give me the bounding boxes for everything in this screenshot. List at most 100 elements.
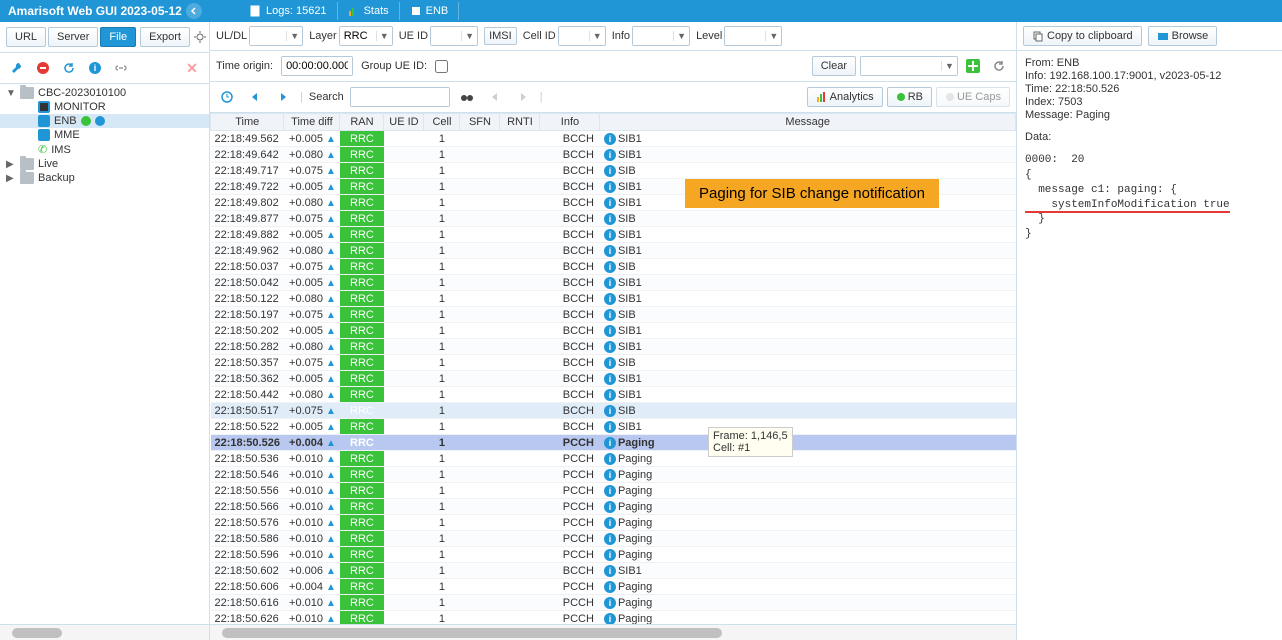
ueid-combo[interactable]: ▼ [430,26,478,46]
time-origin-input[interactable] [281,56,353,76]
tree-item-monitor[interactable]: MONITOR [0,100,209,114]
collapse-sidebar-icon[interactable] [186,3,202,19]
tree-item-enb[interactable]: ENB [0,114,209,128]
table-row[interactable]: 22:18:50.522+0.005 ▲RRC1BCCHiSIB1 [211,419,1016,435]
col-header[interactable]: RNTI [500,114,540,131]
add-icon[interactable] [962,55,984,77]
col-header[interactable]: Cell [424,114,460,131]
table-row[interactable]: 22:18:50.586+0.010 ▲RRC1PCCHiPaging [211,531,1016,547]
table-row[interactable]: 22:18:50.626+0.010 ▲RRC1PCCHiPaging [211,611,1016,625]
prev-icon[interactable] [244,86,266,108]
clear-combo[interactable]: ▼ [860,56,958,76]
server-button[interactable]: Server [48,27,98,47]
info-icon: i [604,165,616,177]
table-row[interactable]: 22:18:50.526+0.004 ▲RRC1PCCHiPaging [211,435,1016,451]
up-arrow-icon: ▲ [326,422,336,433]
col-header[interactable]: UE ID [384,114,424,131]
table-row[interactable]: 22:18:50.197+0.075 ▲RRC1BCCHiSIB [211,307,1016,323]
tree-item-cbc-2023010100[interactable]: ▼CBC-2023010100 [0,86,209,100]
tab-logs[interactable]: Logs: 15621 [240,2,338,20]
next-icon[interactable] [272,86,294,108]
table-row[interactable]: 22:18:50.202+0.005 ▲RRC1BCCHiSIB1 [211,323,1016,339]
table-row[interactable]: 22:18:50.576+0.010 ▲RRC1PCCHiPaging [211,515,1016,531]
tree-item-mme[interactable]: MME [0,128,209,142]
url-button[interactable]: URL [6,27,46,47]
table-row[interactable]: 22:18:50.616+0.010 ▲RRC1PCCHiPaging [211,595,1016,611]
copy-button[interactable]: Copy to clipboard [1023,26,1142,46]
group-ueid-checkbox[interactable] [435,60,448,73]
table-row[interactable]: 22:18:49.962+0.080 ▲RRC1BCCHiSIB1 [211,243,1016,259]
table-row[interactable]: 22:18:50.122+0.080 ▲RRC1BCCHiSIB1 [211,291,1016,307]
info-icon: i [604,181,616,193]
table-row[interactable]: 22:18:50.362+0.005 ▲RRC1BCCHiSIB1 [211,371,1016,387]
col-header[interactable]: Message [600,114,1016,131]
table-row[interactable]: 22:18:50.606+0.004 ▲RRC1PCCHiPaging [211,579,1016,595]
table-row[interactable]: 22:18:50.282+0.080 ▲RRC1BCCHiSIB1 [211,339,1016,355]
browse-button[interactable]: Browse [1148,26,1218,46]
table-row[interactable]: 22:18:50.596+0.010 ▲RRC1PCCHiPaging [211,547,1016,563]
table-row[interactable]: 22:18:50.042+0.005 ▲RRC1BCCHiSIB1 [211,275,1016,291]
binoculars-icon[interactable] [456,86,478,108]
table-row[interactable]: 22:18:50.556+0.010 ▲RRC1PCCHiPaging [211,483,1016,499]
col-header[interactable]: Time diff [284,114,340,131]
tree-item-live[interactable]: ▶Live [0,157,209,171]
table-row[interactable]: 22:18:50.037+0.075 ▲RRC1BCCHiSIB [211,259,1016,275]
info-icon: i [604,325,616,337]
info-icon: i [604,197,616,209]
link-icon[interactable] [110,57,132,79]
table-row[interactable]: 22:18:50.442+0.080 ▲RRC1BCCHiSIB1 [211,387,1016,403]
detail-time-label: Time: [1025,83,1052,95]
search-input[interactable] [350,87,450,107]
table-row[interactable]: 22:18:50.536+0.010 ▲RRC1PCCHiPaging [211,451,1016,467]
settings-icon[interactable] [192,26,208,48]
info-combo[interactable]: ▼ [632,26,690,46]
app-header: Amarisoft Web GUI 2023-05-12 [0,0,210,22]
export-button[interactable]: Export [140,27,190,47]
center-hscroll[interactable] [210,624,1016,640]
file-button[interactable]: File [100,27,136,47]
table-row[interactable]: 22:18:50.546+0.010 ▲RRC1PCCHiPaging [211,467,1016,483]
log-table-container[interactable]: TimeTime diffRANUE IDCellSFNRNTIInfoMess… [210,113,1016,624]
table-row[interactable]: 22:18:50.517+0.075 ▲RRC1BCCHiSIB [211,403,1016,419]
info-icon[interactable]: i [84,57,106,79]
tab-stats[interactable]: Stats [338,2,400,20]
table-row[interactable]: 22:18:50.566+0.010 ▲RRC1PCCHiPaging [211,499,1016,515]
up-arrow-icon: ▲ [326,358,336,369]
layer-combo[interactable]: ▼ [339,26,393,46]
stop-icon[interactable] [32,57,54,79]
table-row[interactable]: 22:18:49.642+0.080 ▲RRC1BCCHiSIB1 [211,147,1016,163]
table-row[interactable]: 22:18:49.882+0.005 ▲RRC1BCCHiSIB1 [211,227,1016,243]
table-row[interactable]: 22:18:50.602+0.006 ▲RRC1BCCHiSIB1 [211,563,1016,579]
col-header[interactable]: Time [211,114,284,131]
close-icon[interactable]: ✕ [181,57,203,79]
search-prev-icon[interactable] [484,86,506,108]
refresh-icon[interactable] [58,57,80,79]
info-icon: i [604,309,616,321]
history-back-icon[interactable] [216,86,238,108]
search-next-icon[interactable] [512,86,534,108]
uecaps-button[interactable]: UE Caps [936,87,1010,107]
col-header[interactable]: Info [540,114,600,131]
table-row[interactable]: 22:18:49.877+0.075 ▲RRC1BCCHiSIB [211,211,1016,227]
analytics-button[interactable]: Analytics [807,87,883,107]
table-row[interactable]: 22:18:49.562+0.005 ▲RRC1BCCHiSIB1 [211,131,1016,147]
wrench-icon[interactable] [6,57,28,79]
sidebar-hscroll[interactable] [0,624,209,640]
table-row[interactable]: 22:18:50.357+0.075 ▲RRC1BCCHiSIB [211,355,1016,371]
up-arrow-icon: ▲ [326,278,336,289]
level-combo[interactable]: ▼ [724,26,782,46]
up-arrow-icon: ▲ [326,230,336,241]
rb-button[interactable]: RB [887,87,932,107]
reload-icon[interactable] [988,55,1010,77]
imsi-button[interactable]: IMSI [484,27,517,45]
clear-button[interactable]: Clear [812,56,856,76]
tab-enb[interactable]: ENB [400,2,460,20]
tree-item-ims[interactable]: ✆IMS [0,142,209,157]
col-header[interactable]: RAN [340,114,384,131]
tree-item-backup[interactable]: ▶Backup [0,171,209,185]
uldl-combo[interactable]: ▼ [249,26,303,46]
table-row[interactable]: 22:18:49.717+0.075 ▲RRC1BCCHiSIB [211,163,1016,179]
col-header[interactable]: SFN [460,114,500,131]
up-arrow-icon: ▲ [326,342,336,353]
cellid-combo[interactable]: ▼ [558,26,606,46]
